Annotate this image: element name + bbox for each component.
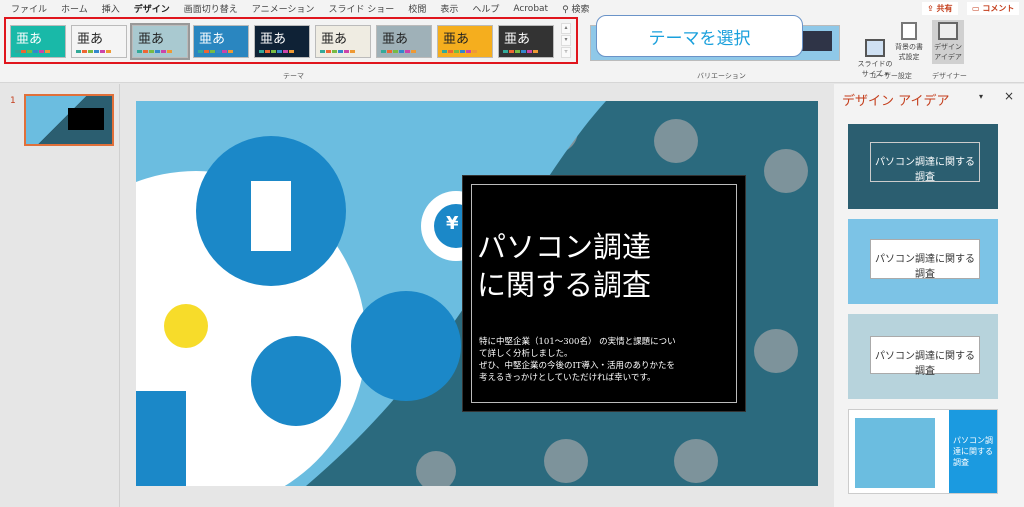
slide-title: パソコン調達 に関する調査 — [477, 228, 651, 304]
theme-label: 亜あ — [504, 32, 531, 47]
title-line-1: パソコン調達 — [477, 230, 652, 264]
title-line-2: に関する調査 — [477, 268, 652, 302]
theme-color-swatches — [320, 50, 355, 53]
theme-color-swatches — [76, 50, 111, 53]
tab-slideshow[interactable]: スライド ショー — [321, 2, 401, 15]
variation-thumb[interactable] — [800, 31, 832, 51]
theme-label: 亜あ — [321, 32, 348, 47]
design-idea-2[interactable]: パソコン調達に関する調査 — [848, 219, 998, 304]
ribbon-tabs: ファイル ホーム 挿入 デザイン 画面切り替え アニメーション スライド ショー… — [0, 0, 1024, 19]
slide-number: 1 — [10, 96, 16, 106]
yen-icon: ¥ — [446, 213, 459, 234]
background-format-button[interactable]: 背景の書 式設定 — [893, 22, 925, 62]
ribbon: 亜あ 亜あ 亜あ 亜あ 亜あ 亜あ 亜あ 亜あ 亜あ ▴ ▾ ▿ テーマ バリエーション スライ… — [0, 17, 1024, 83]
tab-insert[interactable]: 挿入 — [95, 2, 127, 15]
theme-thumbnail[interactable]: 亜あ — [437, 25, 493, 58]
tab-view[interactable]: 表示 — [433, 2, 465, 15]
group-label-designer: デザイナー — [932, 72, 967, 80]
search-tab[interactable]: ⚲ 検索 — [555, 2, 596, 15]
theme-label: 亜あ — [199, 32, 226, 47]
gallery-up-button[interactable]: ▴ — [561, 23, 571, 34]
theme-color-swatches — [503, 50, 538, 53]
tab-animations[interactable]: アニメーション — [245, 2, 322, 15]
design-idea-1[interactable]: パソコン調達に関する調査 — [848, 124, 998, 209]
share-button[interactable]: ⇪ 共有 — [922, 2, 958, 15]
idea-title: パソコン調達に関する調査 — [870, 336, 980, 377]
group-label-user: ユーザー設定 — [870, 72, 912, 80]
slide-body: 特に中堅企業（101～300名） の実情と課題につい て詳しく分析しました。 ぜ… — [479, 336, 676, 384]
theme-label: 亜あ — [443, 32, 470, 47]
design-ideas-button[interactable]: デザイン アイデア — [932, 20, 964, 64]
tab-file[interactable]: ファイル — [4, 2, 54, 15]
body-line: て詳しく分析しました。 — [479, 349, 573, 359]
pane-title: デザイン アイデア — [842, 94, 950, 109]
theme-color-swatches — [381, 50, 416, 53]
theme-thumbnail[interactable]: 亜あ — [376, 25, 432, 58]
theme-thumbnail[interactable]: 亜あ — [71, 25, 127, 58]
gallery-more-button[interactable]: ▿ — [561, 47, 571, 58]
thumb-title-box — [68, 108, 104, 130]
design-ideas-icon — [938, 22, 958, 40]
tab-acrobat[interactable]: Acrobat — [506, 4, 555, 14]
theme-label: 亜あ — [77, 32, 104, 47]
tab-help[interactable]: ヘルプ — [465, 2, 506, 15]
theme-color-swatches — [15, 50, 50, 53]
design-idea-3[interactable]: パソコン調達に関する調査 — [848, 314, 998, 399]
share-icon: ⇪ — [927, 4, 937, 13]
theme-color-swatches — [442, 50, 477, 53]
theme-label: 亜あ — [138, 32, 165, 47]
theme-thumbnail[interactable]: 亜あ — [193, 25, 249, 58]
theme-thumbnail[interactable]: 亜あ — [254, 25, 310, 58]
tab-review[interactable]: 校閲 — [401, 2, 433, 15]
close-icon[interactable]: × — [1004, 89, 1014, 103]
theme-color-swatches — [137, 50, 172, 53]
design-ideas-pane: デザイン アイデア ▾ × パソコン調達に関する調査 パソコン調達に関する調査 … — [834, 84, 1024, 507]
idea-title: パソコン調達に関する調査 — [949, 410, 997, 493]
theme-label: 亜あ — [260, 32, 287, 47]
comment-button[interactable]: ▭ コメント — [967, 2, 1020, 15]
tab-design[interactable]: デザイン — [127, 2, 177, 19]
tab-home[interactable]: ホーム — [54, 2, 95, 15]
slide-size-icon — [865, 39, 885, 57]
theme-thumbnail[interactable]: 亜あ — [498, 25, 554, 58]
slide-thumbnail-pane: 1 — [0, 84, 120, 507]
theme-color-swatches — [259, 50, 294, 53]
idea-title: パソコン調達に関する調査 — [870, 142, 980, 183]
tab-transitions[interactable]: 画面切り替え — [177, 2, 245, 15]
idea-title: パソコン調達に関する調査 — [870, 239, 980, 280]
body-line: ぜひ、中堅企業の今後のIT導入・活用のありかたを — [479, 361, 676, 371]
body-line: 特に中堅企業（101～300名） の実情と課題につい — [479, 337, 676, 347]
theme-thumbnail[interactable]: 亜あ — [315, 25, 371, 58]
title-box[interactable]: パソコン調達 に関する調査 特に中堅企業（101～300名） の実情と課題につい… — [462, 175, 746, 412]
theme-label: 亜あ — [16, 32, 43, 47]
body-line: 考えるきっかけとしていただければ幸いです。 — [479, 373, 656, 383]
group-label-theme: テーマ — [283, 72, 304, 80]
pane-options-icon[interactable]: ▾ — [979, 92, 983, 101]
background-format-icon — [901, 22, 917, 40]
theme-color-swatches — [198, 50, 233, 53]
search-icon: ⚲ — [562, 5, 572, 15]
theme-thumbnail[interactable]: 亜あ — [10, 25, 66, 58]
slide-canvas[interactable]: ¥ パソコン調達 に関する調査 特に中堅企業（101～300名） の実情と課題に… — [136, 101, 818, 486]
design-idea-4[interactable]: パソコン調達に関する調査 — [848, 409, 998, 494]
gallery-down-button[interactable]: ▾ — [561, 35, 571, 46]
callout-select-theme: テーマを選択 — [596, 15, 803, 57]
slide-thumbnail-1[interactable] — [24, 94, 114, 146]
group-label-variation: バリエーション — [697, 72, 746, 80]
theme-thumbnail[interactable]: 亜あ — [130, 23, 190, 60]
idea-image — [855, 418, 935, 488]
theme-label: 亜あ — [382, 32, 409, 47]
comment-icon: ▭ — [972, 4, 983, 13]
